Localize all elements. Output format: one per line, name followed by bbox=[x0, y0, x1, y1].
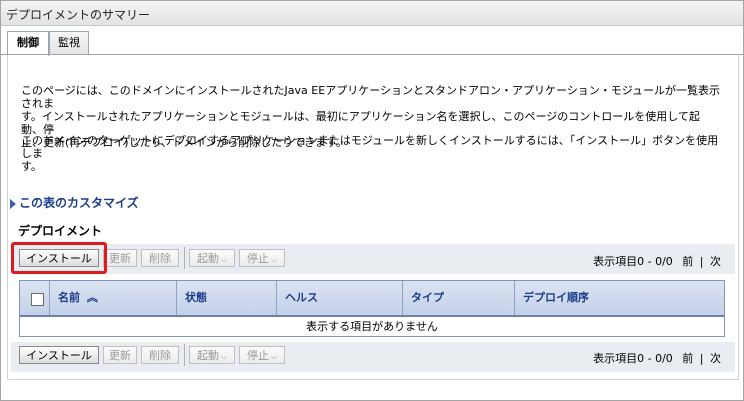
stop-label: 停止 bbox=[246, 252, 269, 265]
pager-separator: | bbox=[699, 255, 704, 268]
select-all-cell bbox=[20, 281, 50, 315]
title-bar: デプロイメントのサマリー bbox=[1, 1, 743, 26]
pager-bottom: 表示項目0 - 0/0 前 | 次 bbox=[593, 350, 721, 366]
pager-next-link[interactable]: 次 bbox=[710, 352, 721, 365]
toolbar-separator bbox=[184, 247, 185, 269]
description-line: す。インストールされたアプリケーションとモジュールは、最初にアプリケーション名を… bbox=[21, 110, 700, 136]
delete-button-bottom[interactable]: 削除 bbox=[141, 346, 179, 364]
start-label: 起動 bbox=[196, 349, 219, 362]
expand-triangle-icon bbox=[10, 198, 16, 209]
description-line: す。 bbox=[21, 160, 42, 173]
column-header-type[interactable]: タイプ bbox=[403, 281, 515, 315]
select-all-checkbox[interactable] bbox=[31, 293, 44, 306]
pager-next-link[interactable]: 次 bbox=[710, 255, 721, 268]
stop-dropdown-button-bottom[interactable]: 停止 ⌵ bbox=[239, 346, 285, 364]
sort-ascending-icon: ︽ bbox=[86, 291, 98, 304]
description-paragraph-2: このドメインのターゲットにデプロイするアプリケーションまたはモジュールを新しくイ… bbox=[21, 134, 721, 173]
chevron-down-icon: ⌵ bbox=[270, 255, 278, 264]
update-button-bottom[interactable]: 更新 bbox=[103, 346, 137, 364]
toolbar-separator bbox=[184, 344, 185, 366]
window-title: デプロイメントのサマリー bbox=[6, 8, 151, 22]
column-header-health[interactable]: ヘルス bbox=[277, 281, 403, 315]
pager-prev-link[interactable]: 前 bbox=[682, 255, 693, 268]
deployments-section-title: デプロイメント bbox=[18, 224, 103, 238]
start-label: 起動 bbox=[196, 252, 219, 265]
bottom-toolbar: インストール 更新 削除 起動 ⌵ 停止 ⌵ 表示項目0 - 0/0 前 | 次 bbox=[11, 342, 735, 372]
pager-top: 表示項目0 - 0/0 前 | 次 bbox=[593, 253, 721, 269]
column-header-state[interactable]: 状態 bbox=[177, 281, 277, 315]
chevron-down-icon: ⌵ bbox=[220, 352, 228, 361]
pager-info: 表示項目0 - 0/0 bbox=[593, 255, 673, 268]
chevron-down-icon: ⌵ bbox=[270, 352, 278, 361]
customize-table-link[interactable]: この表のカスタマイズ bbox=[10, 194, 139, 211]
install-button-highlight bbox=[11, 242, 107, 274]
table-empty-message: 表示する項目がありません bbox=[306, 320, 438, 333]
description-line: このドメインのターゲットにデプロイするアプリケーションまたはモジュールを新しくイ… bbox=[21, 134, 719, 160]
table-header: 名前 ︽ 状態 ヘルス タイプ デプロイ順序 bbox=[20, 281, 724, 317]
column-header-name[interactable]: 名前 ︽ bbox=[50, 281, 177, 315]
tab-monitoring[interactable]: 監視 bbox=[49, 31, 89, 54]
tab-control[interactable]: 制御 bbox=[7, 31, 49, 56]
top-toolbar: インストール 更新 削除 起動 ⌵ 停止 ⌵ 表示項目0 - 0/0 前 | 次 bbox=[11, 244, 735, 274]
start-dropdown-button-bottom[interactable]: 起動 ⌵ bbox=[189, 346, 235, 364]
update-button[interactable]: 更新 bbox=[103, 249, 137, 267]
stop-dropdown-button[interactable]: 停止 ⌵ bbox=[239, 249, 285, 267]
start-dropdown-button[interactable]: 起動 ⌵ bbox=[189, 249, 235, 267]
description-line: このページには、このドメインにインストールされたJava EEアプリケーションと… bbox=[21, 84, 720, 110]
delete-button[interactable]: 削除 bbox=[141, 249, 179, 267]
column-name-label: 名前 bbox=[58, 291, 80, 304]
pager-separator: | bbox=[699, 352, 704, 365]
pager-prev-link[interactable]: 前 bbox=[682, 352, 693, 365]
deployments-summary-window: デプロイメントのサマリー 制御 監視 このページには、このドメインにインストール… bbox=[0, 0, 744, 401]
stop-label: 停止 bbox=[246, 349, 269, 362]
pager-info: 表示項目0 - 0/0 bbox=[593, 352, 673, 365]
install-button-bottom[interactable]: インストール bbox=[19, 346, 99, 364]
deployments-table: 名前 ︽ 状態 ヘルス タイプ デプロイ順序 表示する項目がありません bbox=[19, 280, 725, 337]
customize-table-label: この表のカスタマイズ bbox=[19, 196, 139, 210]
column-header-deployment-order[interactable]: デプロイ順序 bbox=[515, 281, 724, 315]
chevron-down-icon: ⌵ bbox=[220, 255, 228, 264]
